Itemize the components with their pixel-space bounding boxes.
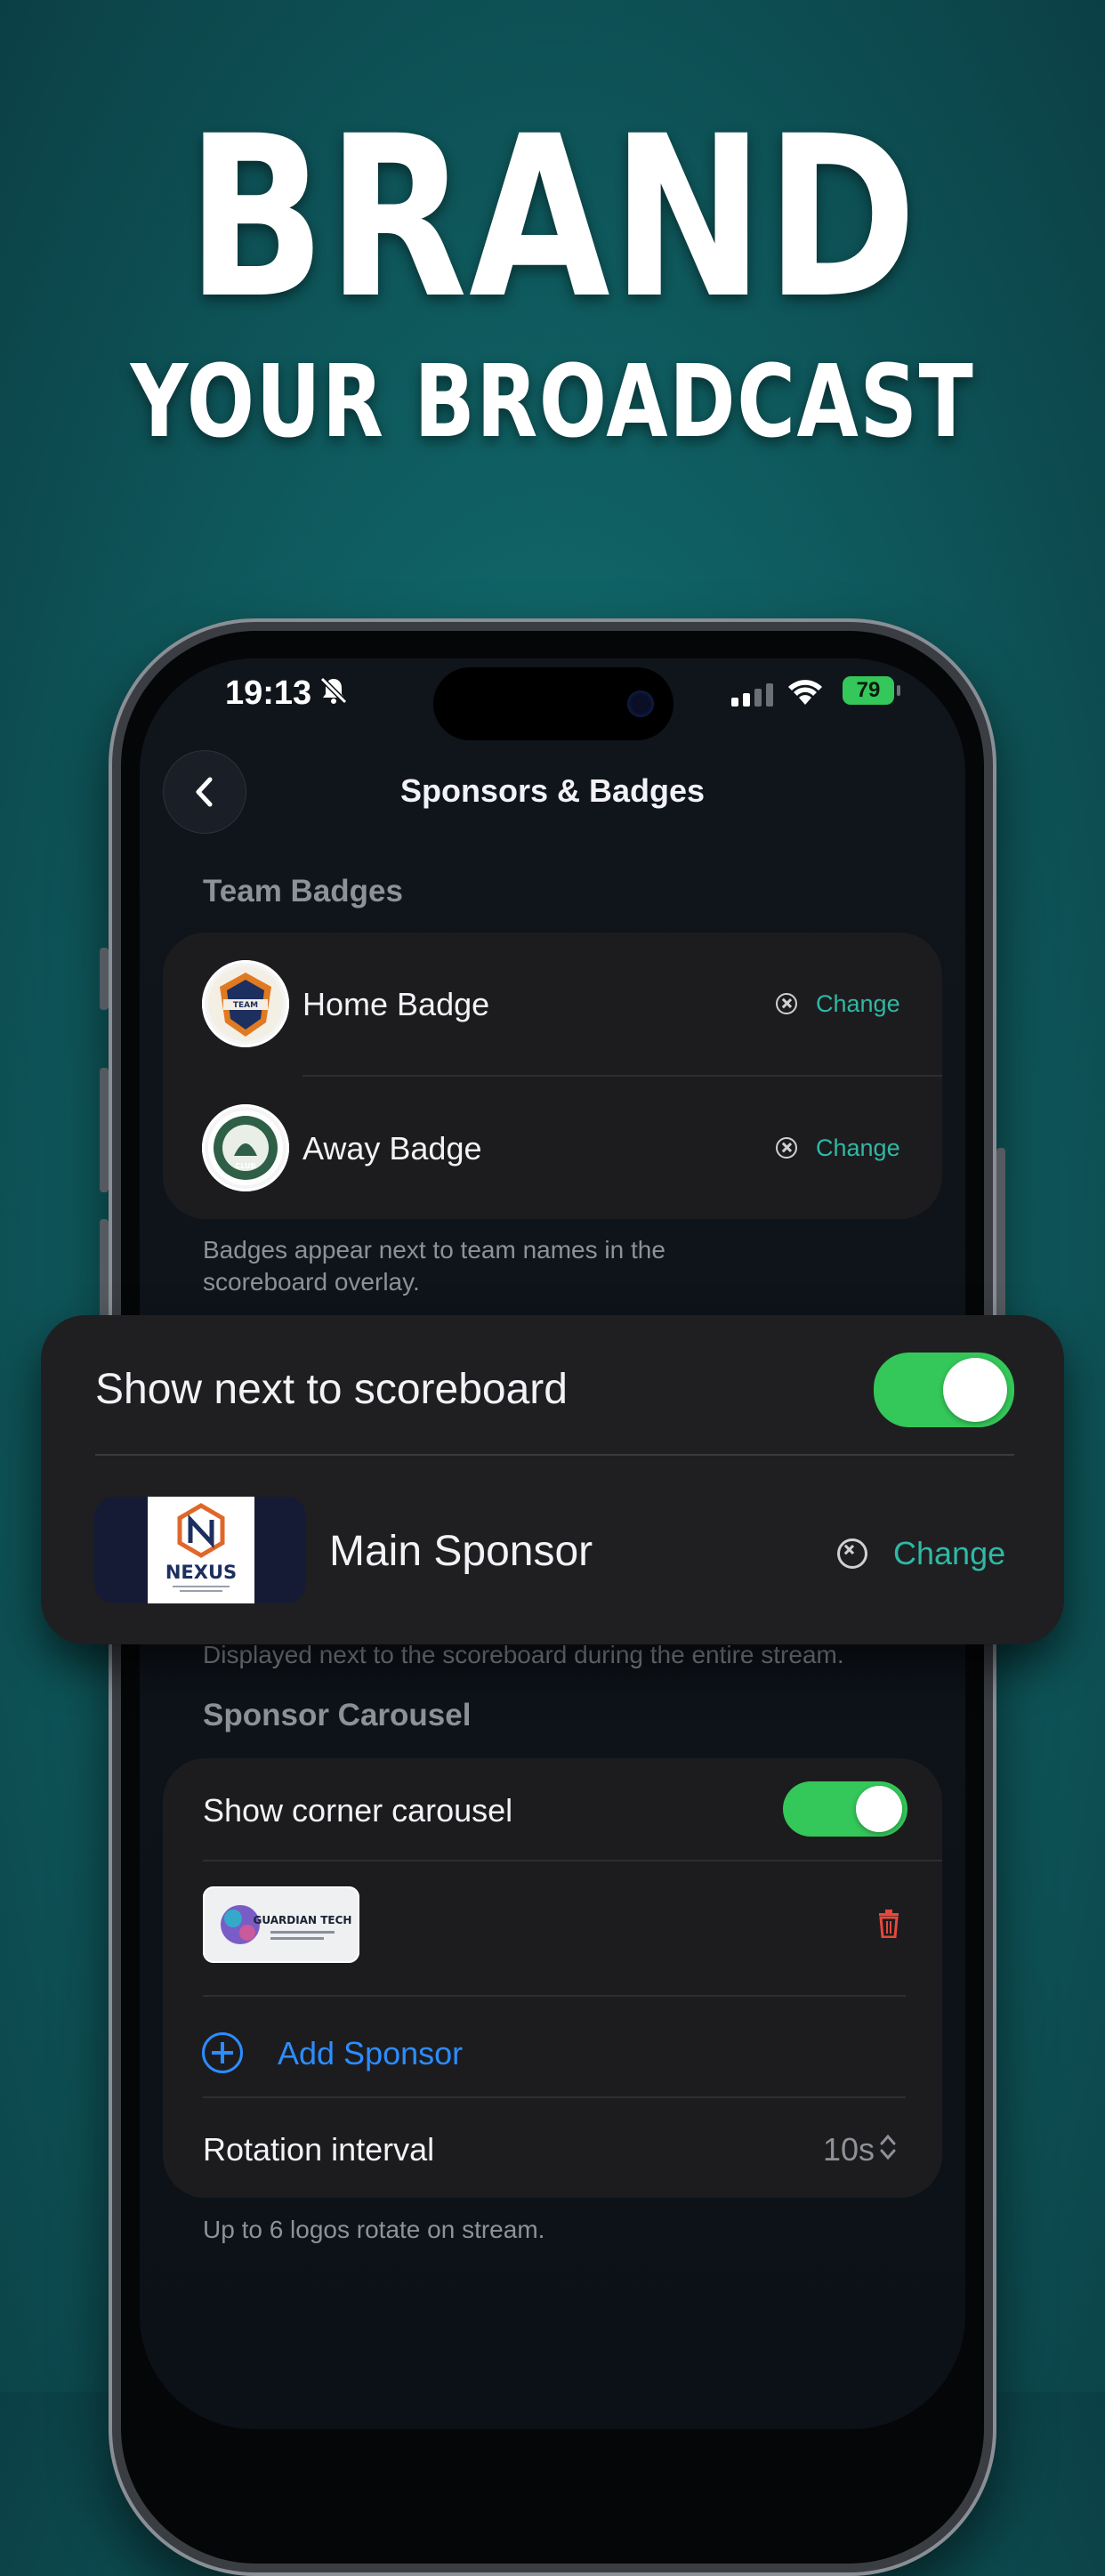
clear-icon[interactable]	[776, 1137, 797, 1159]
headline-subtitle: YOUR BROADCAST	[130, 344, 975, 460]
clear-icon[interactable]	[837, 1538, 867, 1569]
rotation-interval-value: 10s	[823, 2131, 875, 2168]
rotation-interval-label: Rotation interval	[203, 2131, 435, 2168]
home-badge-label: Home Badge	[302, 986, 490, 1022]
main-sponsor-label: Main Sponsor	[329, 1528, 593, 1575]
status-time: 19:13	[225, 674, 312, 712]
cellular-signal-icon	[731, 683, 773, 707]
chevron-up-down-icon	[880, 2134, 896, 2160]
divider	[203, 1860, 942, 1861]
carousel-toggle-label: Show corner carousel	[203, 1792, 513, 1829]
divider	[203, 1995, 906, 1997]
away-badge-change-link[interactable]: Change	[816, 1135, 900, 1162]
home-badge-row[interactable]: TEAM Home Badge Change	[163, 933, 942, 1075]
main-sponsor-logo-text: NEXUS	[165, 1562, 237, 1583]
add-sponsor-label: Add Sponsor	[278, 2035, 464, 2071]
wifi-icon	[788, 680, 822, 705]
home-badge-change-link[interactable]: Change	[816, 990, 900, 1018]
away-badge-text: CLUB	[235, 1162, 255, 1170]
carousel-logo-text: GUARDIAN TECH	[254, 1914, 352, 1926]
away-badge-row[interactable]: CLUB Away Badge Change	[163, 1077, 942, 1219]
scoreboard-toggle-label: Show next to scoreboard	[95, 1366, 568, 1413]
carousel-card: Show corner carousel GUARDIAN TECH Add S…	[163, 1758, 942, 2198]
clear-icon[interactable]	[776, 993, 797, 1014]
carousel-section-label: Sponsor Carousel	[203, 1698, 472, 1732]
carousel-footnote: Up to 6 logos rotate on stream.	[203, 2216, 545, 2243]
power-button	[996, 1148, 1005, 1326]
main-sponsor-card: Show next to scoreboard NEXUS Main Spons…	[41, 1315, 1064, 1644]
rotation-interval-row[interactable]: Rotation interval 10s	[163, 2098, 942, 2198]
plus-circle-icon	[202, 2032, 243, 2073]
team-badges-footnote: Badges appear next to team names in the …	[203, 1236, 665, 1296]
silent-switch	[100, 948, 109, 1010]
headline-title: BRAND	[186, 88, 919, 347]
away-badge-image: CLUB	[202, 1104, 289, 1191]
main-sponsor-change-link[interactable]: Change	[893, 1535, 1005, 1572]
bell-slash-icon	[319, 676, 348, 705]
page-title: Sponsors & Badges	[399, 772, 706, 809]
dynamic-island	[433, 667, 673, 740]
volume-up-button	[100, 1068, 109, 1192]
scoreboard-toggle[interactable]	[874, 1353, 1014, 1427]
add-sponsor-button[interactable]: Add Sponsor	[202, 2004, 736, 2102]
home-badge-image: TEAM	[202, 960, 289, 1047]
divider	[95, 1454, 1014, 1456]
team-badges-section-label: Team Badges	[203, 874, 403, 908]
carousel-toggle[interactable]	[783, 1781, 907, 1837]
battery-icon: 79	[843, 676, 900, 705]
home-badge-text: TEAM	[233, 1001, 258, 1010]
main-sponsor-logo-frame[interactable]: NEXUS	[94, 1497, 306, 1603]
carousel-sponsor-logo[interactable]: GUARDIAN TECH	[203, 1886, 359, 1963]
team-badges-card: TEAM Home Badge Change CLUB Away Badge C	[163, 933, 942, 1219]
main-sponsor-logo: NEXUS	[148, 1497, 254, 1603]
trash-icon[interactable]	[877, 1910, 900, 1938]
away-badge-label: Away Badge	[302, 1130, 482, 1167]
